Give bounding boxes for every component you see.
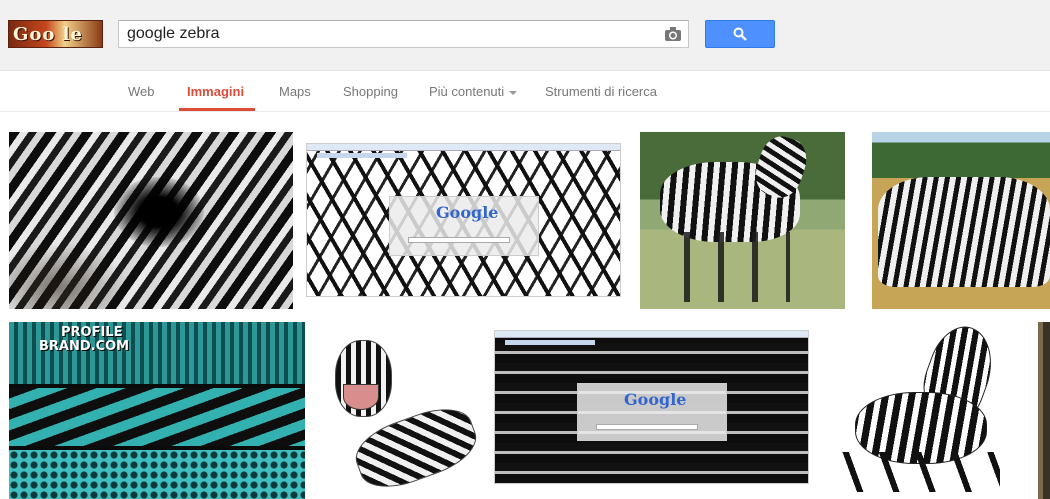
image-result[interactable] [640, 132, 845, 309]
zebra-herd [878, 177, 1050, 287]
tab-shopping[interactable]: Shopping [343, 84, 398, 99]
mock-browser-bar [495, 331, 808, 338]
tab-web[interactable]: Web [128, 84, 155, 99]
mock-browser-bar [307, 144, 620, 151]
search-box[interactable] [118, 20, 689, 48]
search-input[interactable] [119, 21, 659, 47]
image-result[interactable] [820, 322, 1020, 499]
banner-strip-2 [9, 388, 305, 446]
search-button[interactable] [705, 20, 775, 48]
mock-search-panel: Google [577, 383, 727, 441]
zebra-eye-shade [114, 177, 204, 247]
mock-link-bar [317, 153, 407, 158]
google-doodle-logo[interactable]: Goo le [8, 20, 103, 48]
mock-google-logo: Google [436, 203, 499, 222]
nav-bar: Web Immagini Maps Shopping Più contenuti… [0, 71, 1050, 112]
mock-link-bar [505, 340, 595, 345]
chevron-down-icon [509, 90, 518, 95]
image-result[interactable] [9, 132, 293, 309]
zebra-muzzle-shade [9, 242, 129, 309]
banner-strip-3 [9, 450, 305, 499]
top-bar: Goo le [0, 0, 1050, 71]
mock-search-panel: Google [389, 196, 539, 256]
image-result[interactable]: Google [494, 330, 809, 484]
image-result[interactable]: Google [306, 143, 621, 297]
tab-more-label: Più contenuti [429, 84, 505, 99]
image-result[interactable] [315, 322, 480, 499]
tab-maps[interactable]: Maps [279, 84, 311, 99]
search-icon [733, 27, 747, 41]
tab-more[interactable]: Più contenuti [429, 84, 518, 99]
camera-icon[interactable] [664, 26, 682, 42]
active-tab-indicator [179, 108, 255, 111]
zebra-legs [670, 232, 790, 302]
mock-google-logo: Google [624, 390, 687, 409]
profile-brand-watermark: PROFILE BRAND.COM [39, 326, 129, 354]
mock-search-field [408, 237, 510, 243]
mock-search-field [596, 424, 698, 430]
zebra-illustration-legs [840, 452, 1000, 492]
image-result[interactable] [872, 132, 1050, 309]
logo-text: Goo le [13, 24, 83, 45]
tab-images[interactable]: Immagini [187, 84, 244, 99]
watermark-line-2: BRAND.COM [39, 339, 130, 354]
tab-search-tools[interactable]: Strumenti di ricerca [545, 84, 657, 99]
image-result[interactable] [1033, 322, 1050, 499]
image-result[interactable]: PROFILE BRAND.COM [9, 322, 305, 499]
cartoon-zebra-mouth [343, 384, 379, 410]
watermark-line-1: PROFILE [61, 325, 123, 340]
